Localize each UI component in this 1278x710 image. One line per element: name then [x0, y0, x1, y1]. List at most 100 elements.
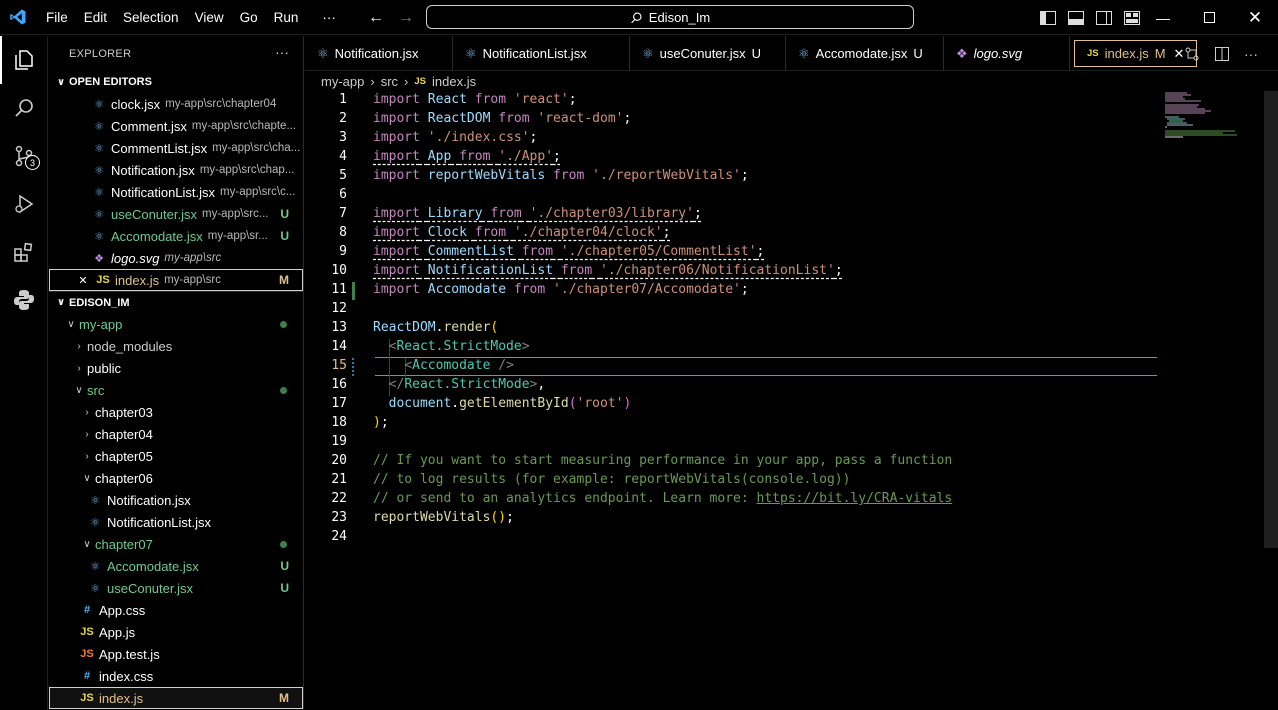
menu-more[interactable]: ···: [314, 0, 344, 35]
js-icon: JS: [1087, 48, 1099, 59]
tree-folder[interactable]: ∨ chapter06: [49, 467, 303, 489]
menu-edit[interactable]: Edit: [76, 0, 115, 35]
line-number: 20: [331, 453, 347, 468]
minimap[interactable]: [1163, 91, 1248, 141]
close-icon[interactable]: ✕: [1174, 46, 1185, 62]
open-editor-item[interactable]: ⚛ useConuter.jsx my-app\src... U: [49, 203, 303, 225]
line-number: 6: [339, 187, 347, 202]
source-control-icon[interactable]: 3: [0, 132, 48, 180]
open-editor-item[interactable]: ⚛ NotificationList.jsx my-app\src\c...: [49, 181, 303, 203]
code-editor[interactable]: 1 2 3 4 5 6 7 8 9 10 11 12 13 14 15 16 1…: [305, 91, 1278, 710]
explorer-icon[interactable]: [0, 36, 48, 84]
split-editor-icon[interactable]: [1214, 46, 1230, 62]
explorer-more-actions[interactable]: ···: [275, 44, 289, 60]
css-hash-icon: #: [83, 604, 91, 616]
js-icon: JS: [96, 274, 110, 286]
code-line: import React from 'react';: [373, 92, 577, 107]
open-editor-item[interactable]: ⚛ Comment.jsx my-app\src\chapte...: [49, 115, 303, 137]
run-debug-icon[interactable]: [0, 180, 48, 228]
line-number: 24: [331, 529, 347, 544]
tab-index-js[interactable]: JS index.js M ✕: [1074, 40, 1198, 67]
tree-file[interactable]: ⚛ NotificationList.jsx: [49, 511, 303, 533]
tab-logo-svg[interactable]: ❖ logo.svg: [944, 36, 1070, 71]
tab-notification-list[interactable]: ⚛ NotificationList.jsx: [453, 36, 630, 71]
toggle-secondary-sidebar-icon[interactable]: [1096, 10, 1112, 25]
tab-use-conuter[interactable]: ⚛ useConuter.jsx U: [630, 36, 786, 71]
tree-folder[interactable]: › public: [49, 357, 303, 379]
tree-file[interactable]: ⚛ Notification.jsx: [49, 489, 303, 511]
code-line: <React.StrictMode>: [388, 339, 530, 354]
modified-dot: [280, 540, 287, 548]
open-editor-item[interactable]: ❖ logo.svg my-app\src: [49, 247, 303, 269]
menu-selection[interactable]: Selection: [115, 0, 187, 35]
open-changes-icon[interactable]: [1184, 46, 1200, 62]
code-line: // or send to an analytics endpoint. Lea…: [373, 491, 953, 506]
tree-folder[interactable]: › chapter04: [49, 423, 303, 445]
tree-folder[interactable]: › chapter05: [49, 445, 303, 467]
chevron-right-icon: ›: [370, 73, 375, 89]
project-header[interactable]: ∨ EDISON_IM: [49, 291, 303, 313]
tab-accomodate[interactable]: ⚛ Accomodate.jsx U: [786, 36, 944, 71]
react-icon: ⚛: [94, 230, 104, 243]
menu-go[interactable]: Go: [232, 0, 266, 35]
python-icon[interactable]: [0, 276, 48, 324]
open-editor-item[interactable]: ⚛ Notification.jsx my-app\src\chap...: [49, 159, 303, 181]
maximize-button[interactable]: [1186, 0, 1232, 35]
breadcrumb: my-app › src › JS index.js: [305, 71, 476, 91]
tree-folder[interactable]: ∨ chapter07: [49, 533, 303, 555]
more-actions-icon[interactable]: ···: [1244, 46, 1258, 62]
tree-file[interactable]: JS App.js: [49, 621, 303, 643]
activity-bar: 3: [0, 36, 48, 710]
breadcrumb-item[interactable]: my-app: [321, 74, 364, 89]
line-number: 7: [339, 206, 347, 221]
open-editor-item[interactable]: ⚛ clock.jsx my-app\src\chapter04: [49, 93, 303, 115]
line-number: 16: [331, 377, 347, 392]
untracked-badge: U: [280, 581, 289, 595]
react-icon: ⚛: [94, 208, 104, 221]
close-button[interactable]: ✕: [1232, 0, 1278, 35]
code-line: );: [373, 415, 389, 430]
close-icon[interactable]: ✕: [75, 274, 91, 287]
customize-layout-icon[interactable]: [1124, 10, 1140, 25]
toggle-panel-icon[interactable]: [1068, 10, 1084, 25]
breadcrumb-item[interactable]: src: [381, 74, 398, 89]
code-line: reportWebVitals();: [373, 510, 514, 525]
code-line: <Accomodate />: [404, 358, 514, 373]
code-line: import './index.css';: [373, 130, 538, 145]
command-center-search[interactable]: Edison_Im: [426, 5, 914, 29]
menu-view[interactable]: View: [187, 0, 232, 35]
editor-tabs: ⚛ Notification.jsx ⚛ NotificationList.js…: [305, 36, 1278, 71]
extensions-icon[interactable]: [0, 228, 48, 276]
code-line: import ReactDOM from 'react-dom';: [373, 111, 632, 126]
tree-file[interactable]: # index.css: [49, 665, 303, 687]
search-icon[interactable]: [0, 84, 48, 132]
open-editor-item-active[interactable]: ✕ JS index.js my-app\src M: [49, 269, 303, 291]
vertical-scrollbar[interactable]: [1264, 91, 1278, 548]
open-editors-header[interactable]: ∨ OPEN EDITORS: [49, 71, 303, 93]
tree-folder[interactable]: › node_modules: [49, 335, 303, 357]
tree-file[interactable]: ⚛ useConuter.jsx U: [49, 577, 303, 599]
command-center-label: Edison_Im: [648, 9, 711, 25]
tree-file[interactable]: JS App.test.js: [49, 643, 303, 665]
tree-folder[interactable]: › chapter03: [49, 401, 303, 423]
line-number: 22: [331, 491, 347, 506]
forward-arrow-icon[interactable]: →: [398, 9, 414, 27]
line-number: 5: [339, 168, 347, 183]
breadcrumb-item[interactable]: index.js: [432, 74, 476, 89]
open-editor-item[interactable]: ⚛ CommentList.jsx my-app\src\cha...: [49, 137, 303, 159]
chevron-down-icon: ∨: [83, 472, 91, 484]
tab-notification[interactable]: ⚛ Notification.jsx: [305, 36, 453, 71]
tree-file-active[interactable]: JS index.js M: [49, 687, 303, 709]
menu-file[interactable]: File: [38, 0, 76, 35]
menu-run[interactable]: Run: [266, 0, 307, 35]
open-editor-item[interactable]: ⚛ Accomodate.jsx my-app\sr... U: [49, 225, 303, 247]
chevron-right-icon: ›: [77, 362, 81, 374]
minimize-button[interactable]: —: [1140, 0, 1186, 35]
tree-file[interactable]: ⚛ Accomodate.jsx U: [49, 555, 303, 577]
tree-file[interactable]: # App.css: [49, 599, 303, 621]
tree-folder[interactable]: ∨ my-app: [49, 313, 303, 335]
react-icon: ⚛: [90, 560, 100, 573]
tree-folder[interactable]: ∨ src: [49, 379, 303, 401]
toggle-primary-sidebar-icon[interactable]: [1040, 10, 1056, 25]
back-arrow-icon[interactable]: ←: [368, 9, 384, 27]
